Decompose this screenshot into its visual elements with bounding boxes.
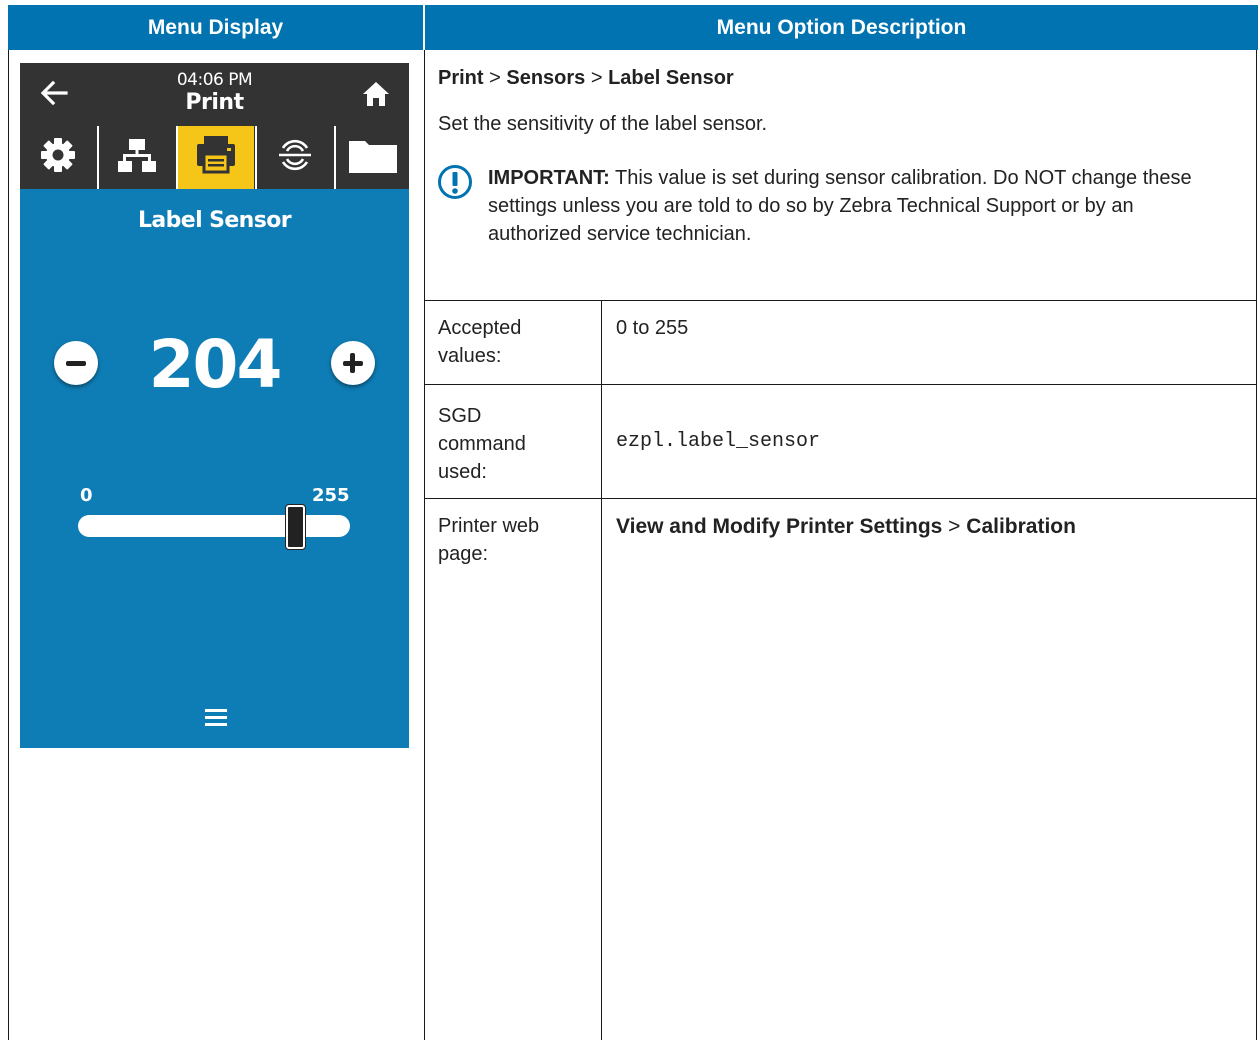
row-label-printer-web-page: Printer web page: [438,515,540,565]
hamburger-menu-icon[interactable] [205,709,227,727]
description-summary: Set the sensitivity of the label sensor. [438,113,768,135]
table-border-left [8,50,9,1040]
screen-top-bar: 04:06 PM Print [20,63,409,126]
tab-settings[interactable] [20,126,96,189]
row-value-accepted-values: 0 to 255 [616,317,689,339]
row-value-sgd-command: ezpl.label_sensor [616,430,821,453]
home-icon[interactable] [360,78,392,110]
path-sensors: Sensors [506,67,586,89]
table-divider-sub [601,301,602,1040]
screen-time: 04:06 PM [176,70,253,90]
path-print: Print [438,67,484,89]
sensor-icon [275,135,315,180]
header-menu-display: Menu Display [8,5,423,50]
row-divider-1 [424,300,1257,301]
row-label-accepted-values: Accepted values: [438,317,522,367]
path-label-sensor: Label Sensor [608,67,734,89]
tab-print[interactable] [178,126,254,189]
screen-title: Print [185,90,244,115]
menu-category-bar [20,126,409,189]
important-note: IMPORTANT: This value is set during sens… [488,164,1228,248]
printer-icon [194,133,238,182]
network-icon [117,135,157,180]
tab-storage[interactable] [336,126,409,189]
plus-icon-vertical [350,353,355,373]
row-value-printer-web-page: View and Modify Printer Settings > Calib… [616,515,1076,538]
range-max-label: 255 [312,485,350,506]
row-divider-3 [424,498,1257,499]
tab-sensor[interactable] [257,126,333,189]
gear-icon [38,135,78,180]
range-min-label: 0 [80,485,93,506]
setting-title: Label Sensor [137,208,292,233]
menu-path: Print > Sensors > Label Sensor [438,67,734,89]
table-border-right [1256,50,1257,1040]
row-label-sgd-command: SGD command used: [438,405,526,483]
header-menu-option-description: Menu Option Description [425,5,1258,50]
important-label: IMPORTANT: [488,167,610,189]
printer-screen: 04:06 PM Print Label Sensor 204 0 255 [20,63,409,748]
slider-thumb[interactable] [286,505,306,549]
row-divider-2 [424,384,1257,385]
folder-icon [347,135,399,180]
increase-button[interactable] [331,341,375,385]
slider-track[interactable] [78,515,350,537]
tab-network[interactable] [99,126,175,189]
table-divider-main [424,50,425,1040]
important-icon [437,164,473,200]
